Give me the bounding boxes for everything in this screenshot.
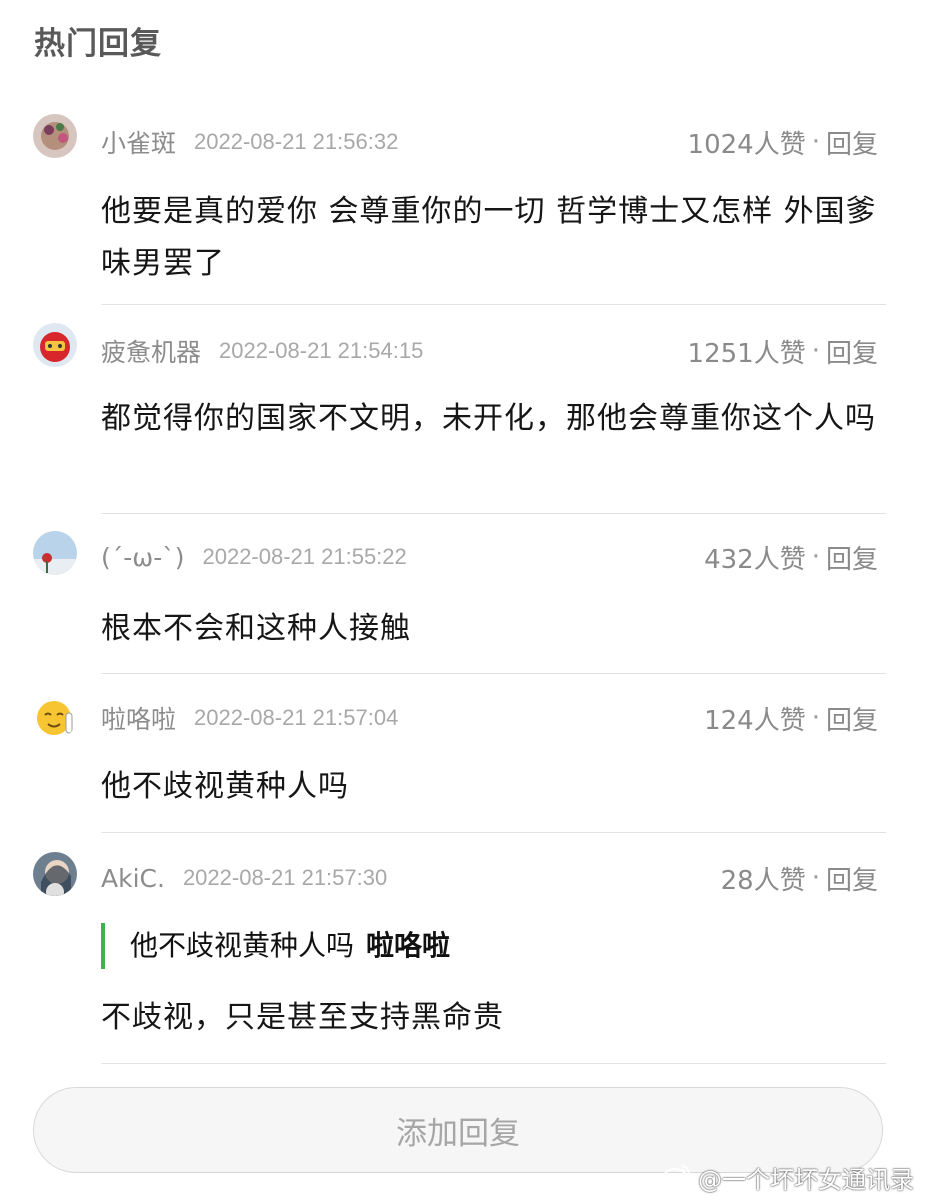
avatar[interactable]	[33, 114, 77, 158]
timestamp: 2022-08-21 21:55:22	[202, 544, 407, 569]
comment-text: 他要是真的爱你 会尊重你的一切 哲学博士又怎样 外国爹味男罢了	[101, 194, 877, 281]
username[interactable]: 疲惫机器	[101, 333, 201, 369]
username[interactable]: AkiC.	[101, 864, 165, 893]
timestamp: 2022-08-21 21:57:04	[194, 705, 399, 730]
timestamp: 2022-08-21 21:56:32	[194, 129, 399, 154]
reply-button[interactable]: 回复	[826, 333, 878, 370]
reply-button[interactable]: 回复	[826, 539, 878, 576]
divider	[101, 832, 886, 833]
separator-dot: ·	[811, 863, 820, 893]
reply-button[interactable]: 回复	[826, 700, 878, 737]
comment-text: 不歧视，只是甚至支持黑命贵	[101, 1000, 504, 1035]
divider	[101, 673, 886, 674]
watermark: @一个坏坏女通讯录	[662, 1160, 914, 1195]
comment-text: 根本不会和这种人接触	[101, 611, 411, 646]
like-count[interactable]: 432人赞	[704, 539, 806, 576]
quoted-reply: 他不歧视黄种人吗 啦咯啦	[101, 923, 886, 969]
section-title: 热门回复	[34, 26, 162, 62]
reply-button[interactable]: 回复	[826, 124, 878, 161]
weibo-icon	[662, 1162, 692, 1194]
like-count[interactable]: 28人赞	[721, 860, 806, 897]
divider	[101, 1063, 886, 1064]
avatar[interactable]	[33, 323, 77, 367]
comment-text: 他不歧视黄种人吗	[101, 769, 349, 804]
username[interactable]: 啦咯啦	[101, 700, 176, 736]
separator-dot: ·	[811, 542, 820, 572]
quote-text: 他不歧视黄种人吗	[130, 929, 355, 962]
watermark-text: @一个坏坏女通讯录	[698, 1166, 914, 1194]
avatar[interactable]	[33, 852, 77, 896]
avatar[interactable]	[33, 531, 77, 575]
separator-dot: ·	[811, 703, 820, 733]
separator-dot: ·	[811, 336, 820, 366]
divider	[101, 513, 886, 514]
separator-dot: ·	[811, 127, 820, 157]
divider	[101, 304, 886, 305]
avatar[interactable]	[33, 695, 77, 739]
like-count[interactable]: 1024人赞	[688, 124, 806, 161]
comment-text: 都觉得你的国家不文明，未开化，那他会尊重你这个人吗	[101, 401, 876, 436]
timestamp: 2022-08-21 21:54:15	[219, 338, 424, 363]
like-count[interactable]: 1251人赞	[688, 333, 806, 370]
timestamp: 2022-08-21 21:57:30	[182, 865, 388, 890]
reply-button[interactable]: 回复	[826, 860, 878, 897]
like-count[interactable]: 124人赞	[704, 700, 806, 737]
username[interactable]: 小雀斑	[101, 124, 176, 160]
username[interactable]: (´-ω-`)	[101, 543, 184, 572]
quote-author[interactable]: 啦咯啦	[366, 929, 450, 962]
